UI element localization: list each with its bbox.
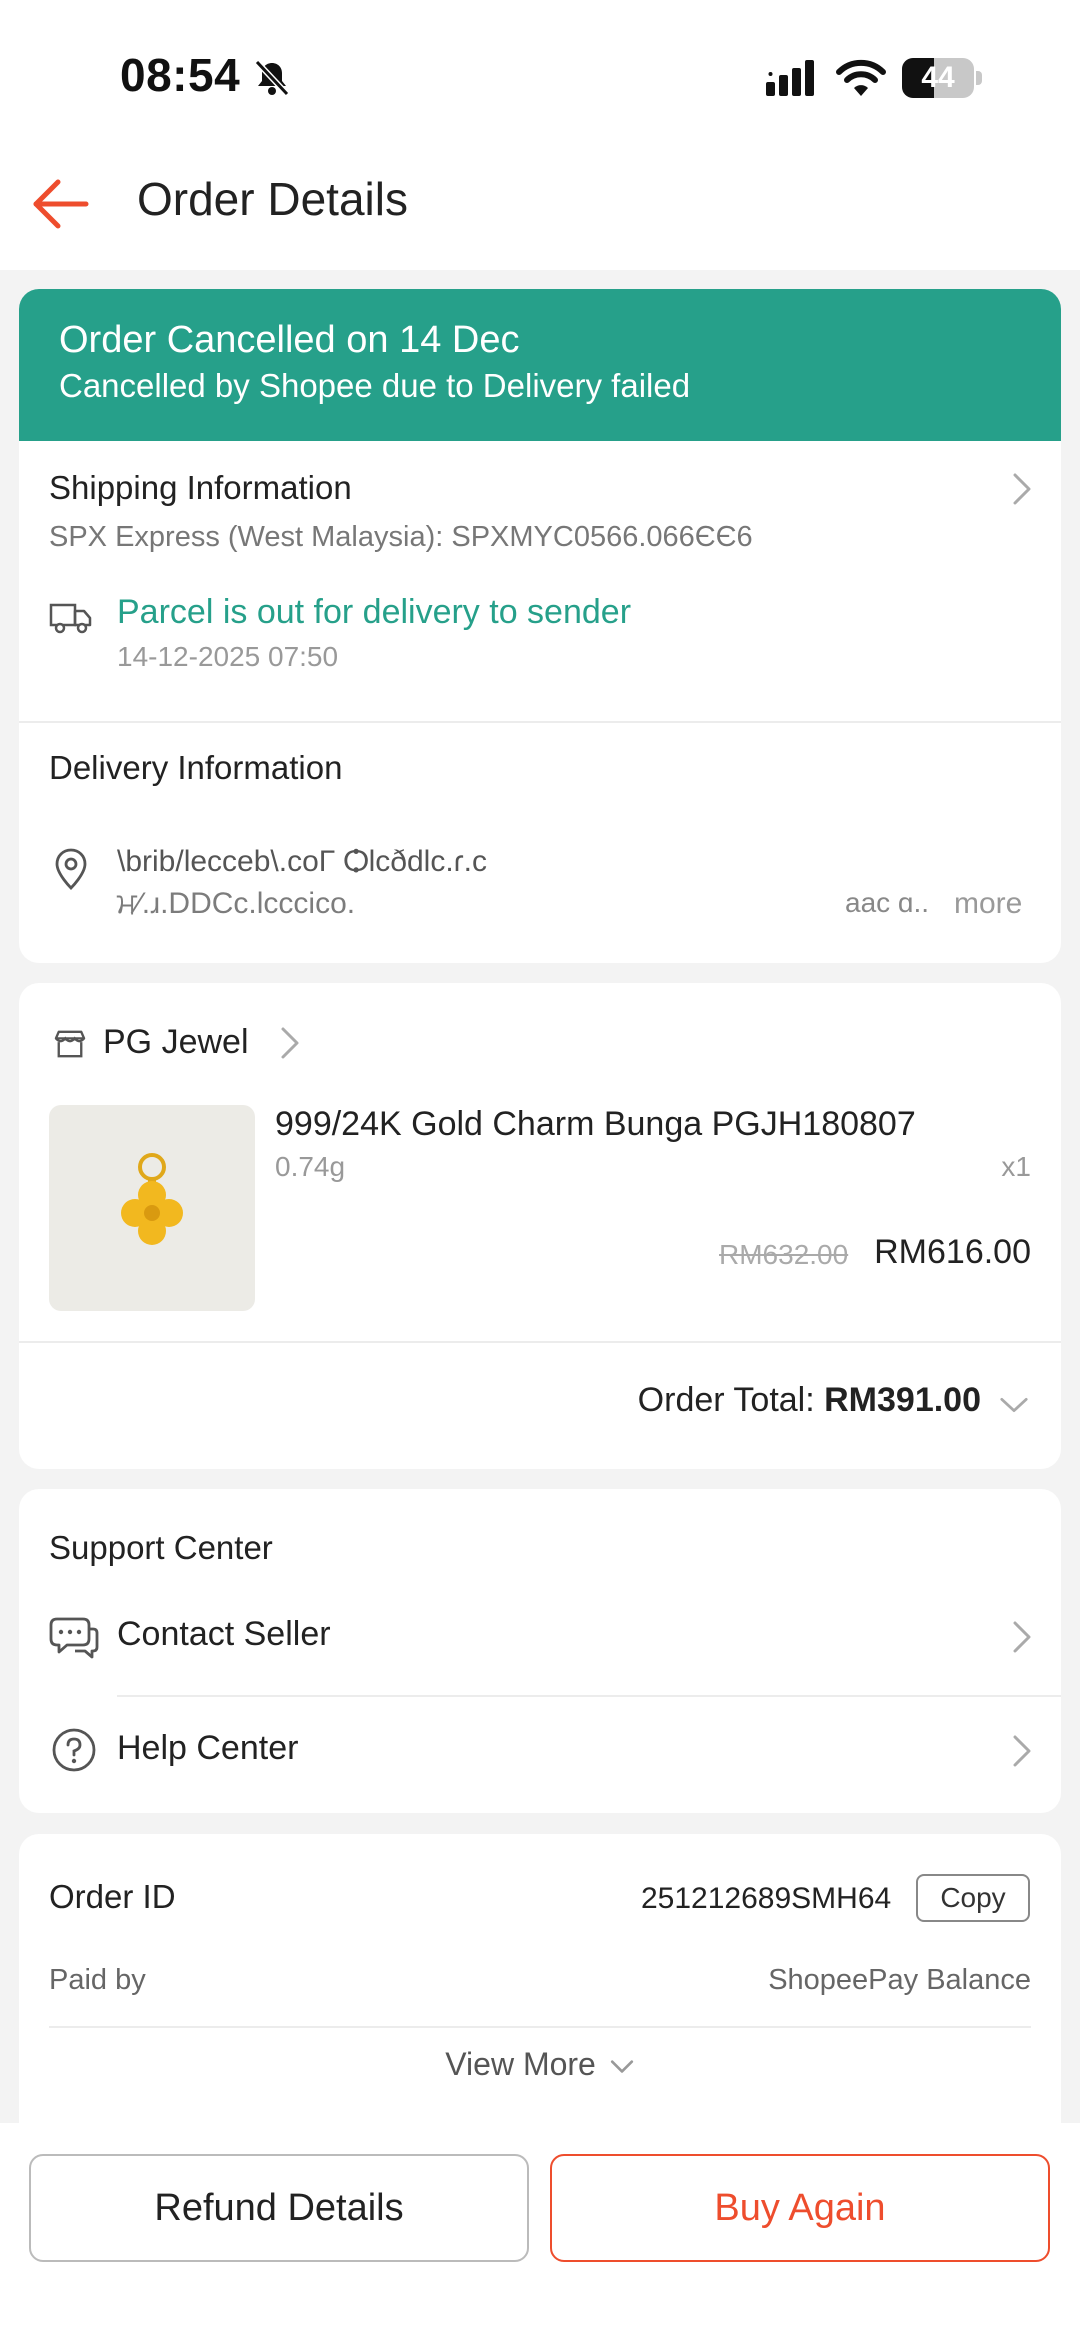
gold-charm-icon <box>121 1153 183 1245</box>
tracking-timestamp: 14-12-2025 07:50 <box>117 641 339 672</box>
product-image <box>49 1105 255 1311</box>
paid-by-value: ShopeePay Balance <box>768 1964 1031 1996</box>
support-title: Support Center <box>49 1529 273 1566</box>
view-more-label: View More <box>445 2046 596 2082</box>
chevron-right-icon <box>1013 473 1031 505</box>
cellular-signal-icon <box>766 60 814 96</box>
cancel-banner: Order Cancelled on 14 Dec Cancelled by S… <box>19 289 1061 441</box>
divider <box>49 2026 1031 2028</box>
address-line-3: aac ɑ.. <box>845 887 930 918</box>
contact-seller-label: Contact Seller <box>117 1615 331 1653</box>
product-variation: 0.74g <box>275 1151 346 1182</box>
address-line-1: \brib/lecceb\.coΓ Ѻlcðdlc.ɾ.c <box>117 845 487 878</box>
chevron-down-icon <box>1000 1397 1028 1413</box>
product-item[interactable]: 999/24K Gold Charm Bunga PGJH180807 0.74… <box>19 1083 1061 1323</box>
battery-indicator: 44 <box>902 58 982 98</box>
bell-muted-icon <box>254 59 290 97</box>
location-pin-icon <box>55 848 87 890</box>
order-total: Order Total: RM391.00 <box>638 1381 981 1420</box>
address-blur <box>379 885 859 919</box>
app-header: Order Details <box>0 150 1080 270</box>
address-more-link[interactable]: more <box>954 887 1022 921</box>
battery-percent: 44 <box>921 61 955 94</box>
buy-again-button[interactable]: Buy Again <box>550 2154 1050 2262</box>
help-center-row[interactable]: Help Center <box>19 1697 1061 1813</box>
shop-product-card: PG Jewel 999/24K Gold Charm Bunga PGJH18… <box>19 983 1061 1469</box>
chevron-right-icon <box>1013 1621 1031 1653</box>
tracking-number: SPX Express (West Malaysia): SPXMYC0566.… <box>49 521 753 553</box>
truck-icon <box>49 603 92 634</box>
order-details-page: 08:54 44 Order Details Order Cancelled o… <box>0 0 1080 2347</box>
delivery-info-section[interactable]: Delivery Information \brib/lecceb\.coΓ Ѻ… <box>19 723 1061 963</box>
battery-icon: 44 <box>902 58 974 98</box>
contact-seller-row[interactable]: Contact Seller <box>19 1585 1061 1689</box>
order-id-value: 251212689SMH64 <box>641 1882 892 1915</box>
shipping-info-section[interactable]: Shipping Information SPX Express (West M… <box>19 441 1061 711</box>
status-bar: 08:54 44 <box>0 0 1080 150</box>
order-total-row[interactable]: Order Total: RM391.00 <box>19 1343 1061 1469</box>
order-status-card: Order Cancelled on 14 Dec Cancelled by S… <box>19 289 1061 963</box>
order-total-label: Order Total: <box>637 1381 825 1419</box>
shop-header[interactable]: PG Jewel <box>19 983 1061 1083</box>
product-quantity: x1 <box>1001 1151 1031 1182</box>
refund-details-button[interactable]: Refund Details <box>29 2154 529 2262</box>
shop-icon <box>54 1030 86 1058</box>
tracking-status: Parcel is out for delivery to sender <box>117 593 632 631</box>
chevron-right-icon <box>1013 1735 1031 1767</box>
order-total-amount: RM391.00 <box>824 1381 981 1419</box>
delivery-info-title: Delivery Information <box>49 749 343 786</box>
cancel-reason: Cancelled by Shopee due to Delivery fail… <box>59 367 691 404</box>
wifi-icon <box>836 59 886 96</box>
address-line-2: ਮ⁄.ɹ.DDCc.lcccico. <box>117 887 356 920</box>
clock: 08:54 <box>120 49 241 101</box>
back-arrow-icon[interactable] <box>30 172 94 236</box>
product-price: RM616.00 <box>874 1233 1031 1271</box>
page-title: Order Details <box>137 173 408 225</box>
product-name: 999/24K Gold Charm Bunga PGJH180807 <box>275 1105 916 1143</box>
shipping-info-title: Shipping Information <box>49 469 352 506</box>
view-more-button[interactable]: View More <box>19 2046 1061 2106</box>
support-center-card: Support Center Contact Seller Help Cente… <box>19 1489 1061 1813</box>
copy-order-id-button[interactable]: Copy <box>916 1874 1030 1922</box>
cancel-title: Order Cancelled on 14 Dec <box>59 319 520 361</box>
chat-bubble-icon <box>49 1617 99 1659</box>
chevron-down-icon <box>610 2059 633 2073</box>
help-center-label: Help Center <box>117 1729 299 1767</box>
chevron-right-icon <box>281 1027 299 1059</box>
order-id-label: Order ID <box>49 1878 176 1915</box>
order-info-card: Order ID 251212689SMH64 Copy Paid by Sho… <box>19 1834 1061 2154</box>
original-price: RM632.00 <box>719 1239 849 1270</box>
paid-by-label: Paid by <box>49 1964 146 1996</box>
shop-name: PG Jewel <box>103 1023 249 1061</box>
help-question-icon <box>52 1728 96 1772</box>
